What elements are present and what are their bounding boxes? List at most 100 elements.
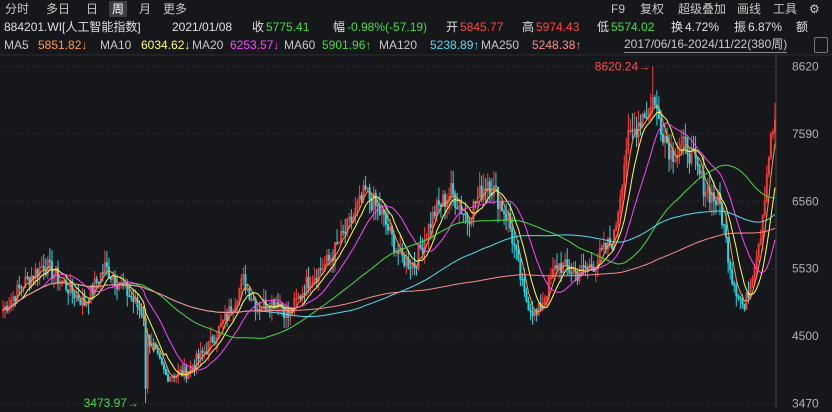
candle-body	[511, 227, 514, 244]
ma250-name: MA250	[481, 38, 520, 52]
candle-body	[464, 213, 467, 216]
candle-body	[160, 357, 163, 365]
tab-weekly[interactable]: 周	[109, 1, 128, 17]
ma120-line	[2, 210, 776, 317]
candle-body	[28, 276, 31, 286]
candle-body	[668, 142, 671, 160]
candle-body	[517, 250, 520, 260]
f9-button[interactable]: F9	[608, 1, 628, 17]
candle-body	[527, 301, 530, 311]
tab-more[interactable]: 更多	[160, 1, 190, 17]
candle-body	[48, 259, 51, 262]
candle-body	[101, 272, 104, 275]
candle-body	[735, 285, 738, 296]
candle-body	[342, 230, 345, 233]
ohlc-info-bar: 884201.WI[人工智能指数] 2021/01/08 收 5775.41 幅…	[0, 18, 832, 36]
ma5-value: 5851.82↓	[38, 38, 88, 52]
turnover-value: 4.72%	[685, 20, 720, 34]
candle-body	[433, 211, 436, 217]
candle-body	[729, 262, 732, 271]
candle-body	[684, 136, 687, 139]
kline-chart[interactable]: 8620 7590 6560 5530 4500 3470 8620.24→ 3473.97…	[0, 0, 832, 412]
tab-intraday[interactable]: 分时	[2, 1, 32, 17]
candle-body	[739, 297, 742, 300]
candle-body	[364, 185, 367, 190]
overlay-button[interactable]: 超级叠加	[675, 1, 729, 17]
candle-body	[152, 342, 155, 347]
candle-body	[513, 242, 516, 246]
candle-body	[723, 224, 726, 226]
candle-body	[437, 200, 440, 206]
candle-body	[503, 210, 506, 214]
candle-body	[166, 374, 170, 382]
candle-body	[484, 188, 487, 191]
candle-body	[140, 309, 143, 316]
high-value: 5974.43	[536, 20, 580, 34]
ma250-value: 5248.38↑	[532, 38, 582, 52]
candle-body	[258, 308, 261, 311]
candle-body	[252, 298, 255, 301]
candle-body	[360, 195, 363, 200]
candle-body	[515, 244, 518, 251]
candle-body	[211, 336, 214, 344]
candle-body	[474, 201, 477, 204]
candle-body	[230, 306, 233, 314]
candle-body	[327, 255, 330, 261]
candle-body	[521, 278, 524, 281]
candle-body	[531, 310, 534, 317]
candle-body	[714, 200, 717, 205]
draw-line-button[interactable]: 画线	[734, 1, 764, 17]
candle-body	[73, 292, 76, 299]
change-value: -0.98%(-57.19)	[347, 20, 428, 34]
ma60-value: 5901.96↑	[322, 38, 372, 52]
collapse-icon[interactable]	[814, 37, 828, 53]
candle-body	[727, 236, 730, 263]
candle-body	[132, 297, 135, 303]
candle-body	[737, 295, 740, 298]
candle-body	[688, 154, 691, 164]
open-value: 5845.77	[460, 20, 504, 34]
low-value: 5574.02	[611, 20, 655, 34]
candle-body	[696, 157, 699, 166]
ma20-line	[2, 122, 776, 371]
ma5-line	[2, 104, 776, 378]
candle-body	[319, 268, 322, 271]
candle-body	[600, 248, 603, 250]
candle-body	[299, 295, 302, 300]
ma120-name: MA120	[379, 38, 418, 52]
ma10-name: MA10	[100, 38, 132, 52]
candle-body	[698, 164, 701, 175]
candle-body	[344, 231, 347, 234]
candle-body	[501, 201, 504, 212]
y-axis: 8620 7590 6560 5530 4500 3470	[792, 60, 819, 411]
low-label: 低	[597, 20, 610, 34]
candle-body	[97, 281, 100, 284]
candle-body	[378, 205, 381, 215]
amplitude-value: 6.87%	[748, 20, 783, 34]
adjust-button[interactable]: 复权	[637, 1, 667, 17]
low-marker-label: 3473.97→	[84, 396, 139, 410]
gear-icon[interactable]: ⚙	[806, 1, 823, 17]
candle-body	[95, 278, 98, 283]
tools-button[interactable]: 工具	[770, 1, 800, 17]
candle-body	[529, 309, 532, 312]
candle-body	[488, 181, 491, 194]
candle-body	[283, 307, 286, 319]
candle-body	[584, 265, 587, 269]
candle-body	[197, 353, 200, 360]
ma250-line	[2, 227, 776, 314]
date-range[interactable]: 2017/06/16-2024/11/22(380周)	[624, 37, 788, 53]
tab-monthly[interactable]: 月	[136, 1, 154, 17]
candle-body	[386, 224, 389, 231]
candle-body	[452, 183, 455, 195]
tab-multi-day[interactable]: 多日	[43, 1, 73, 17]
toolbar: 分时 多日 日 周 月 更多 F9 复权 超级叠加 画线 工具 ⚙	[0, 0, 832, 18]
ma5-name: MA5	[4, 38, 29, 52]
tab-daily[interactable]: 日	[83, 1, 101, 17]
candle-body	[201, 350, 204, 353]
y-tick-label: 6560	[792, 194, 819, 208]
high-marker-label: 8620.24→	[595, 59, 650, 73]
candle-body	[79, 299, 82, 306]
candle-body	[639, 122, 642, 127]
candle-body	[105, 262, 108, 268]
